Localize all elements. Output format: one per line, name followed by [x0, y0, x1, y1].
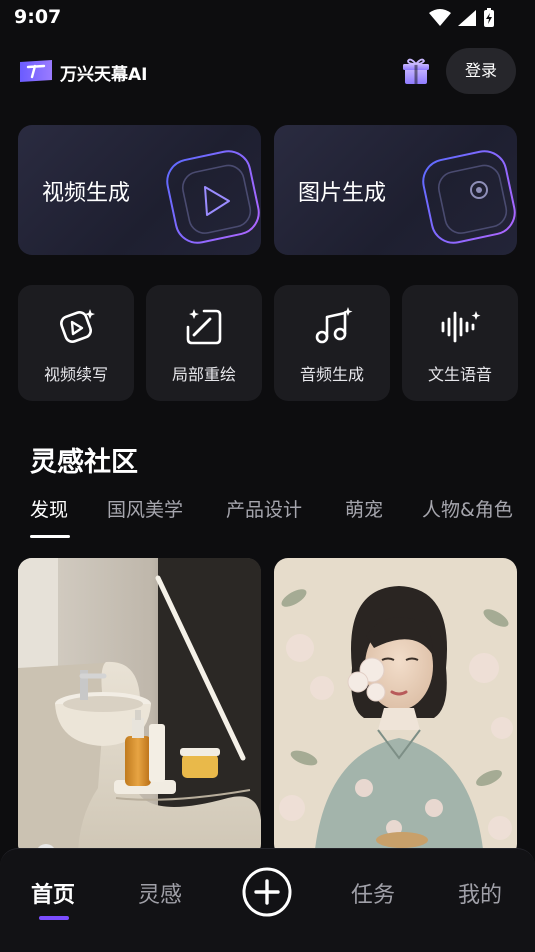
app-logo-icon	[20, 60, 52, 82]
video-play-icon	[166, 150, 260, 244]
status-time: 9:07	[14, 6, 62, 28]
tool-video-extend-label: 视频续写	[43, 365, 108, 384]
community-title: 灵感社区	[30, 447, 138, 478]
wifi-icon	[429, 9, 451, 26]
image-generation-label: 图片生成	[298, 181, 387, 206]
tool-audio-generation-label: 音频生成	[299, 365, 364, 384]
signal-icon	[458, 10, 476, 26]
portrait-image	[274, 558, 517, 858]
image-generation-card[interactable]: 图片生成	[274, 125, 517, 255]
sound-wave-icon	[441, 311, 481, 343]
tool-text-to-speech-label: 文生语音	[427, 365, 492, 384]
nav-tasks[interactable]: 任务	[351, 877, 395, 909]
create-plus-icon[interactable]	[242, 867, 292, 917]
status-bar: 9:07	[0, 0, 535, 36]
tool-video-extend[interactable]: 视频续写	[18, 285, 134, 401]
status-icons	[429, 8, 495, 28]
tool-inpaint[interactable]: 局部重绘	[146, 285, 262, 401]
tab-characters[interactable]: 人物&角色	[422, 495, 513, 522]
video-generation-label: 视频生成	[42, 181, 131, 206]
bottom-nav: 首页 灵感 任务 我的	[0, 848, 535, 952]
app-header: 万兴天幕AI 登录	[0, 44, 535, 100]
feed-card-bathroom[interactable]	[18, 558, 261, 858]
nav-inspiration[interactable]: 灵感	[138, 877, 182, 909]
tool-text-to-speech[interactable]: 文生语音	[402, 285, 518, 401]
tool-inpaint-label: 局部重绘	[171, 365, 236, 384]
feed-card-portrait[interactable]	[274, 558, 517, 858]
nav-home[interactable]: 首页	[31, 877, 75, 909]
tab-product-design[interactable]: 产品设计	[226, 495, 302, 522]
active-tab-indicator	[30, 535, 70, 538]
login-button[interactable]: 登录	[446, 48, 516, 94]
image-frame-icon	[422, 150, 516, 244]
nav-profile[interactable]: 我的	[458, 877, 502, 909]
inpaint-icon	[186, 309, 222, 345]
battery-icon	[484, 8, 494, 27]
community-tabs: 发现 国风美学 产品设计 萌宠 人物&角色	[0, 495, 535, 541]
tool-audio-generation[interactable]: 音频生成	[274, 285, 390, 401]
tab-pets[interactable]: 萌宠	[345, 495, 383, 522]
video-generation-card[interactable]: 视频生成	[18, 125, 261, 255]
music-note-icon	[315, 307, 353, 344]
video-extend-icon	[60, 309, 95, 343]
gift-icon[interactable]	[400, 56, 432, 88]
app-title: 万兴天幕AI	[60, 65, 148, 85]
nav-active-indicator	[39, 916, 69, 920]
tab-discover[interactable]: 发现	[30, 495, 68, 522]
tab-guofeng[interactable]: 国风美学	[107, 495, 183, 522]
bathroom-image	[18, 558, 261, 858]
